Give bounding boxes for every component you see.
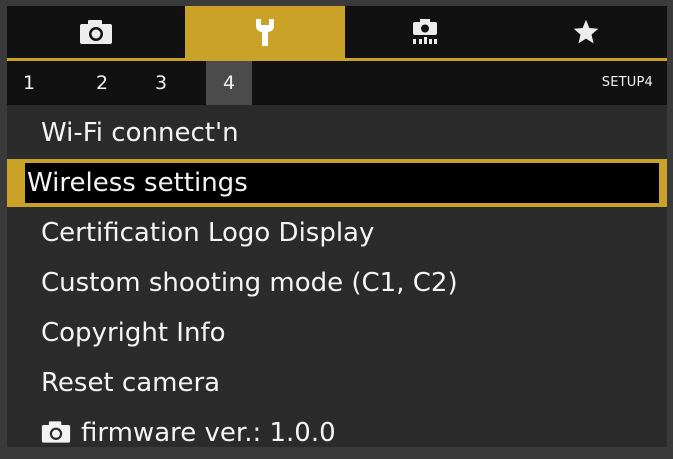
page-2[interactable]: 2 bbox=[91, 61, 113, 105]
menu-item-wireless-settings[interactable]: Wireless settings bbox=[7, 159, 667, 207]
tab-my-menu[interactable] bbox=[505, 6, 667, 58]
page-selector: 1 2 3 4 SETUP4 bbox=[7, 61, 667, 105]
camera-icon bbox=[80, 20, 112, 44]
menu-item-copyright-info[interactable]: Copyright Info bbox=[7, 309, 667, 357]
menu-item-reset-camera[interactable]: Reset camera bbox=[7, 359, 667, 407]
menu-item-custom-shooting-mode[interactable]: Custom shooting mode (C1, C2) bbox=[7, 259, 667, 307]
menu-item-wifi-connection[interactable]: Wi-Fi connect'n bbox=[7, 109, 667, 157]
menu-item-label: Copyright Info bbox=[41, 318, 226, 348]
menu-item-label: firmware ver.: 1.0.0 bbox=[81, 418, 336, 447]
page-3[interactable]: 3 bbox=[150, 61, 172, 105]
page-1[interactable]: 1 bbox=[18, 61, 40, 105]
tab-shooting[interactable] bbox=[7, 6, 185, 58]
menu-item-label: Certification Logo Display bbox=[41, 218, 375, 248]
menu-item-firmware-version[interactable]: firmware ver.: 1.0.0 bbox=[7, 409, 667, 447]
camera-icon bbox=[41, 421, 71, 443]
wrench-icon bbox=[256, 19, 274, 46]
menu-tab-bar bbox=[7, 6, 667, 58]
page-title: SETUP4 bbox=[601, 75, 653, 90]
camera-menu-screen: 1 2 3 4 SETUP4 Wi-Fi connect'n Wireless … bbox=[7, 6, 667, 447]
menu-item-label: Wireless settings bbox=[27, 168, 248, 198]
menu-item-label: Reset camera bbox=[41, 368, 221, 398]
tab-setup[interactable] bbox=[185, 6, 345, 58]
menu-item-label: Custom shooting mode (C1, C2) bbox=[41, 268, 458, 298]
star-icon bbox=[573, 19, 599, 44]
menu-item-certification-logo[interactable]: Certification Logo Display bbox=[7, 209, 667, 257]
menu-item-label: Wi-Fi connect'n bbox=[41, 118, 239, 148]
tab-custom-functions[interactable] bbox=[345, 6, 505, 58]
menu-list: Wi-Fi connect'n Wireless settings Certif… bbox=[7, 109, 667, 447]
custom-function-icon bbox=[413, 19, 437, 44]
page-4[interactable]: 4 bbox=[206, 61, 252, 105]
